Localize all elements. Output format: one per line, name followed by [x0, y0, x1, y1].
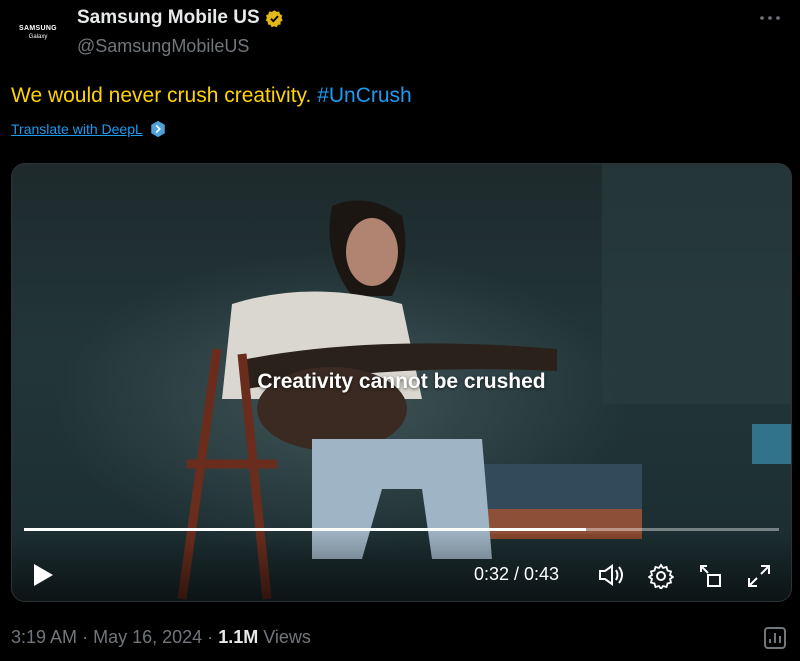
- meta-separator: ·: [207, 627, 214, 647]
- video-controls: 0:32 / 0:43: [12, 531, 791, 601]
- post-time[interactable]: 3:19 AM: [11, 627, 77, 647]
- display-name[interactable]: Samsung Mobile US: [77, 7, 260, 29]
- analytics-icon[interactable]: [762, 625, 788, 651]
- video-player[interactable]: Creativity cannot be crushed 0:32 / 0:43: [11, 163, 792, 602]
- fullscreen-icon[interactable]: [746, 563, 772, 589]
- picture-in-picture-icon[interactable]: [698, 563, 724, 589]
- author-handle[interactable]: @SamsungMobileUS: [77, 36, 249, 57]
- tweet-body-text: We would never crush creativity.: [11, 84, 312, 107]
- views-count: 1.1M: [218, 627, 259, 647]
- video-time: 0:32 / 0:43: [474, 564, 560, 584]
- translate-row: Translate with DeepL: [11, 120, 167, 138]
- video-caption: Creativity cannot be crushed: [257, 370, 546, 393]
- tweet-text: We would never crush creativity. #UnCrus…: [11, 83, 412, 109]
- play-icon[interactable]: [32, 563, 54, 587]
- translate-link[interactable]: Translate with DeepL: [11, 121, 143, 137]
- post-date[interactable]: May 16, 2024: [93, 627, 202, 647]
- views-label: Views: [263, 627, 311, 647]
- hashtag-link[interactable]: #UnCrush: [317, 84, 412, 107]
- deepl-icon: [151, 120, 165, 138]
- volume-icon[interactable]: [598, 563, 626, 587]
- avatar[interactable]: SAMSUNG Galaxy: [12, 6, 64, 58]
- settings-gear-icon[interactable]: [648, 563, 674, 589]
- meta-separator: ·: [82, 627, 89, 647]
- author-name-row: Samsung Mobile US: [77, 7, 284, 29]
- avatar-brand-text: SAMSUNG: [19, 24, 57, 32]
- verified-badge-icon[interactable]: [265, 9, 284, 28]
- more-options-icon[interactable]: [758, 8, 782, 28]
- avatar-sub-text: Galaxy: [28, 33, 48, 40]
- tweet-meta: 3:19 AM · May 16, 2024 · 1.1M Views: [11, 627, 311, 648]
